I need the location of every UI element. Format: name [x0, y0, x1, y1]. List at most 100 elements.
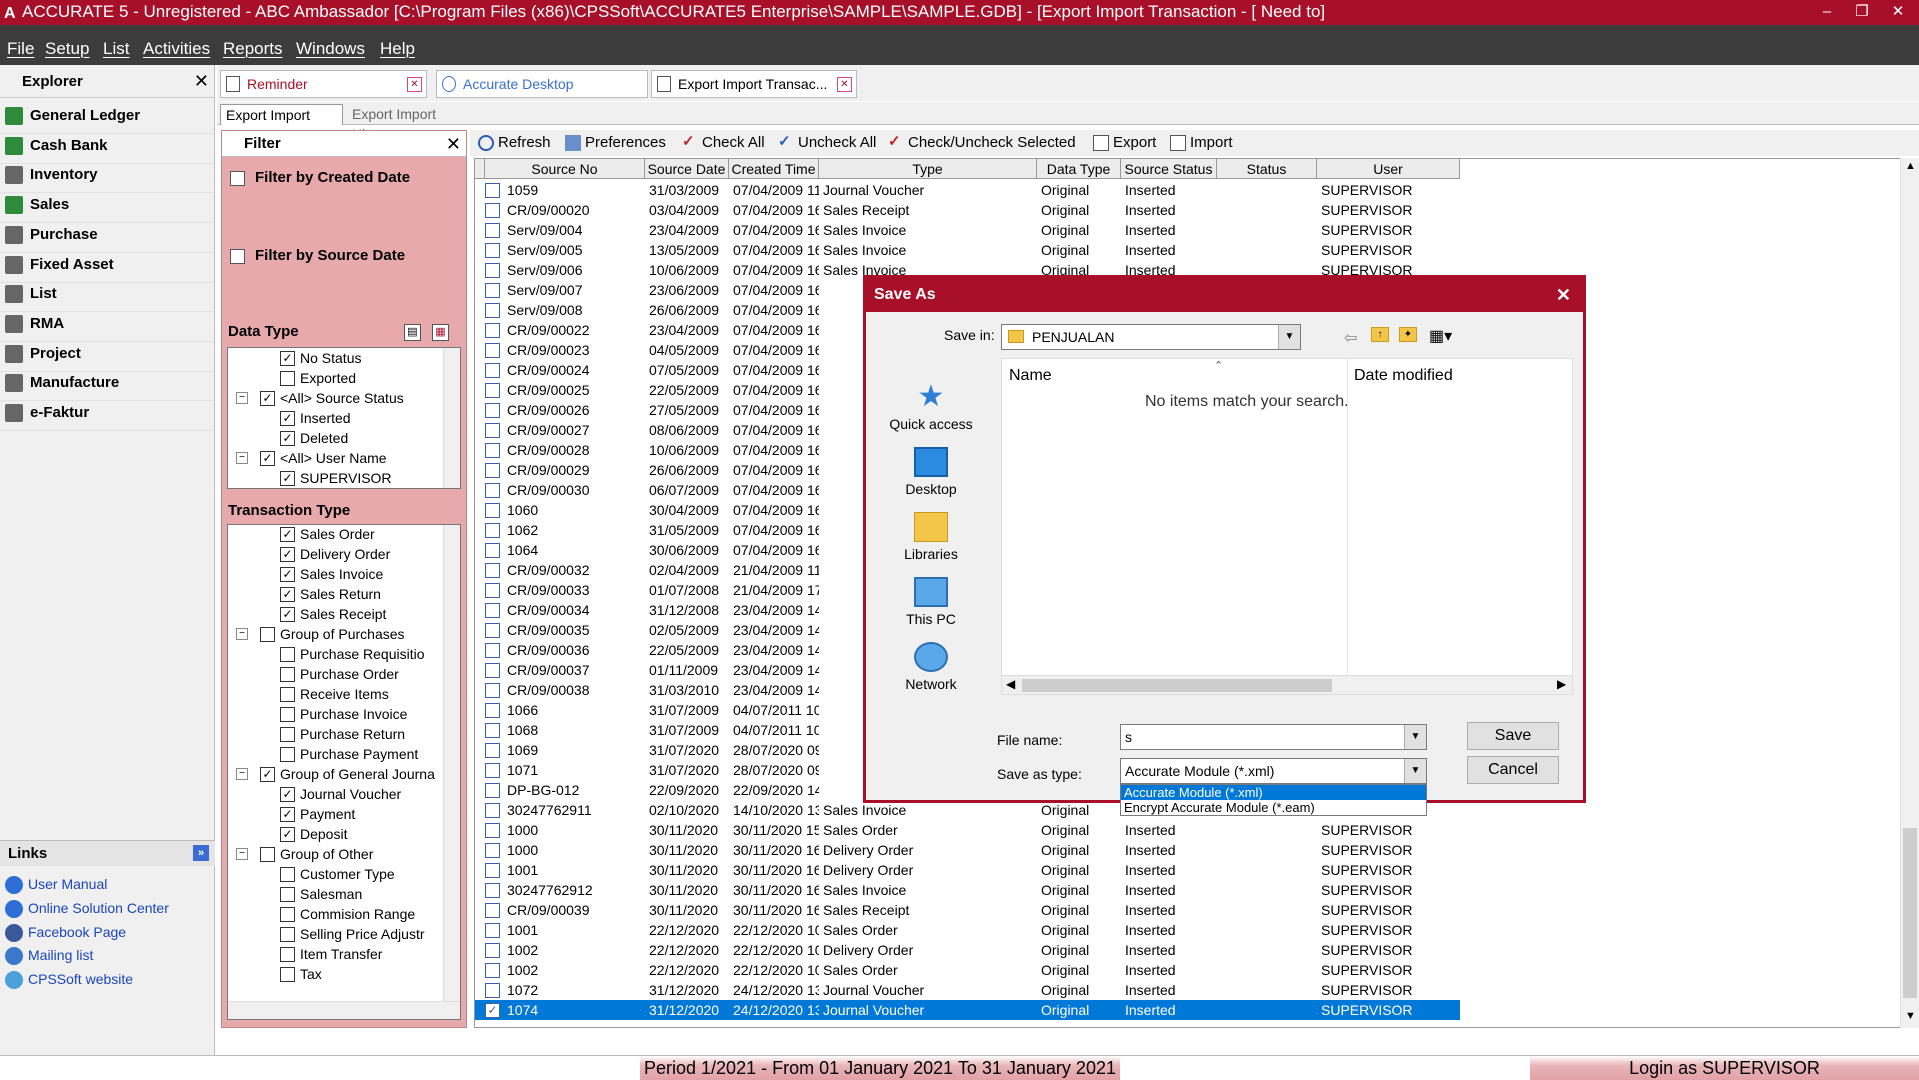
table-row[interactable]: 1001 22/12/2020 22/12/2020 10:23:06Sales O…: [475, 920, 1460, 940]
row-checkbox[interactable]: [485, 283, 500, 298]
tree-checkbox[interactable]: [280, 747, 295, 762]
row-checkbox[interactable]: [485, 903, 500, 918]
row-checkbox[interactable]: [485, 323, 500, 338]
place-quick-access[interactable]: ★ Quick access: [866, 382, 996, 442]
tree-checkbox[interactable]: [260, 847, 275, 862]
row-checkbox[interactable]: [485, 783, 500, 798]
preferences-button[interactable]: Preferences: [565, 133, 666, 153]
filter-close-icon[interactable]: ✕: [446, 131, 461, 157]
explorer-item-e-faktur[interactable]: e-Faktur: [0, 395, 213, 431]
tree-checkbox[interactable]: [280, 927, 295, 942]
row-checkbox[interactable]: [485, 803, 500, 818]
export-button[interactable]: Export: [1093, 133, 1156, 153]
row-checkbox[interactable]: [485, 503, 500, 518]
table-row[interactable]: 1000 30/11/2020 30/11/2020 16:03:06Deliver…: [475, 840, 1460, 860]
row-checkbox[interactable]: [485, 603, 500, 618]
row-checkbox[interactable]: [485, 883, 500, 898]
tree-checkbox[interactable]: ✓: [280, 351, 295, 366]
scroll-thumb[interactable]: [1022, 679, 1332, 692]
row-checkbox[interactable]: [485, 923, 500, 938]
row-checkbox[interactable]: [485, 763, 500, 778]
tab-reminder[interactable]: Reminder ✕: [220, 70, 427, 98]
tree-checkbox[interactable]: ✓: [260, 451, 275, 466]
save-in-select[interactable]: PENJUALAN ▼: [1001, 324, 1301, 350]
table-row[interactable]: 30247762912 30/11/2020 30/11/2020 16:10:45…: [475, 880, 1460, 900]
link-cpssoft-website[interactable]: CPSSoft website: [5, 971, 133, 990]
collapse-icon[interactable]: −: [236, 392, 248, 404]
uncheck-all-button[interactable]: ✓ Uncheck All: [778, 133, 876, 153]
tree-checkbox[interactable]: [260, 627, 275, 642]
tree-checkbox[interactable]: [280, 907, 295, 922]
table-row[interactable]: 1059 31/03/2009 07/04/2009 11:19:38Journal…: [475, 180, 1460, 200]
column-header-source-status[interactable]: Source Status: [1121, 159, 1217, 179]
transaction-type-hscrollbar[interactable]: [228, 1001, 460, 1019]
collapse-icon[interactable]: −: [236, 628, 248, 640]
menu-help[interactable]: Help: [380, 39, 415, 59]
row-checkbox[interactable]: [485, 443, 500, 458]
filter-created-date-checkbox[interactable]: Filter by Created Date: [230, 169, 410, 186]
tree-checkbox[interactable]: ✓: [280, 567, 295, 582]
menu-activities[interactable]: Activities: [143, 39, 210, 59]
row-checkbox[interactable]: [485, 563, 500, 578]
subtab-export-import-data[interactable]: Export Import Data: [220, 104, 343, 143]
tree-checkbox[interactable]: [280, 947, 295, 962]
tree-checkbox[interactable]: [280, 967, 295, 982]
row-checkbox[interactable]: [485, 703, 500, 718]
row-checkbox[interactable]: [485, 723, 500, 738]
row-checkbox[interactable]: [485, 863, 500, 878]
table-row[interactable]: ✓ 1074 31/12/2020 24/12/2020 13:27:00Journa…: [475, 1000, 1460, 1020]
grid-filter-icon[interactable]: ▦: [432, 324, 449, 341]
row-checkbox[interactable]: [485, 823, 500, 838]
dialog-close-icon[interactable]: ✕: [1556, 278, 1571, 312]
row-checkbox[interactable]: [485, 423, 500, 438]
menu-reports[interactable]: Reports: [223, 39, 283, 59]
column-header-status[interactable]: Status: [1217, 159, 1317, 179]
file-name-input[interactable]: s ▼: [1120, 724, 1427, 750]
row-checkbox[interactable]: [485, 683, 500, 698]
row-checkbox[interactable]: [485, 343, 500, 358]
link-facebook-page[interactable]: Facebook Page: [5, 923, 126, 942]
table-row[interactable]: Serv/09/005 13/05/2009 07/04/2009 16:39:29…: [475, 240, 1460, 260]
collapse-icon[interactable]: −: [236, 768, 248, 780]
table-row[interactable]: Serv/09/004 23/04/2009 07/04/2009 16:38:44…: [475, 220, 1460, 240]
collapse-icon[interactable]: −: [236, 848, 248, 860]
row-checkbox[interactable]: [485, 223, 500, 238]
row-checkbox[interactable]: ✓: [485, 1003, 500, 1018]
row-checkbox[interactable]: [485, 463, 500, 478]
link-online-solution-center[interactable]: Online Solution Center: [5, 899, 169, 918]
tree-checkbox[interactable]: ✓: [280, 827, 295, 842]
chevron-down-icon[interactable]: ▼: [1278, 325, 1300, 349]
menu-file[interactable]: File: [7, 39, 34, 59]
tree-checkbox[interactable]: [280, 647, 295, 662]
tree-checkbox[interactable]: ✓: [280, 807, 295, 822]
tree-checkbox[interactable]: ✓: [280, 547, 295, 562]
scroll-up-icon[interactable]: ▲: [1905, 160, 1916, 172]
tree-checkbox[interactable]: ✓: [280, 431, 295, 446]
tab-export-import[interactable]: Export Import Transac... ✕: [651, 70, 857, 98]
row-checkbox[interactable]: [485, 583, 500, 598]
tree-checkbox[interactable]: [280, 727, 295, 742]
table-row[interactable]: CR/09/00020 03/04/2009 07/04/2009 16:25:48…: [475, 200, 1460, 220]
row-checkbox[interactable]: [485, 383, 500, 398]
row-checkbox[interactable]: [485, 183, 500, 198]
table-row[interactable]: 1072 31/12/2020 24/12/2020 13:27:00Journal…: [475, 980, 1460, 1000]
row-checkbox[interactable]: [485, 483, 500, 498]
menu-setup[interactable]: Setup: [45, 39, 89, 59]
filter-source-date-checkbox[interactable]: Filter by Source Date: [230, 247, 405, 264]
check-uncheck-selected-button[interactable]: ✓ Check/Uncheck Selected: [888, 133, 1076, 153]
cancel-button[interactable]: Cancel: [1467, 756, 1559, 784]
tree-checkbox[interactable]: [280, 667, 295, 682]
column-header-source-date[interactable]: Source Date: [645, 159, 729, 179]
collapse-icon[interactable]: −: [236, 452, 248, 464]
menu-windows[interactable]: Windows: [296, 39, 365, 59]
minimize-button[interactable]: –: [1809, 0, 1845, 25]
table-row[interactable]: 1001 30/11/2020 30/11/2020 16:06:03Deliver…: [475, 860, 1460, 880]
row-checkbox[interactable]: [485, 363, 500, 378]
close-window-button[interactable]: ✕: [1880, 0, 1916, 25]
tree-checkbox[interactable]: [280, 371, 295, 386]
tree-checkbox[interactable]: [280, 887, 295, 902]
check-all-button[interactable]: ✓ Check All: [682, 133, 765, 153]
scroll-thumb[interactable]: [1903, 828, 1917, 998]
save-button[interactable]: Save: [1467, 722, 1559, 750]
transaction-type-scrollbar[interactable]: [443, 525, 460, 1001]
